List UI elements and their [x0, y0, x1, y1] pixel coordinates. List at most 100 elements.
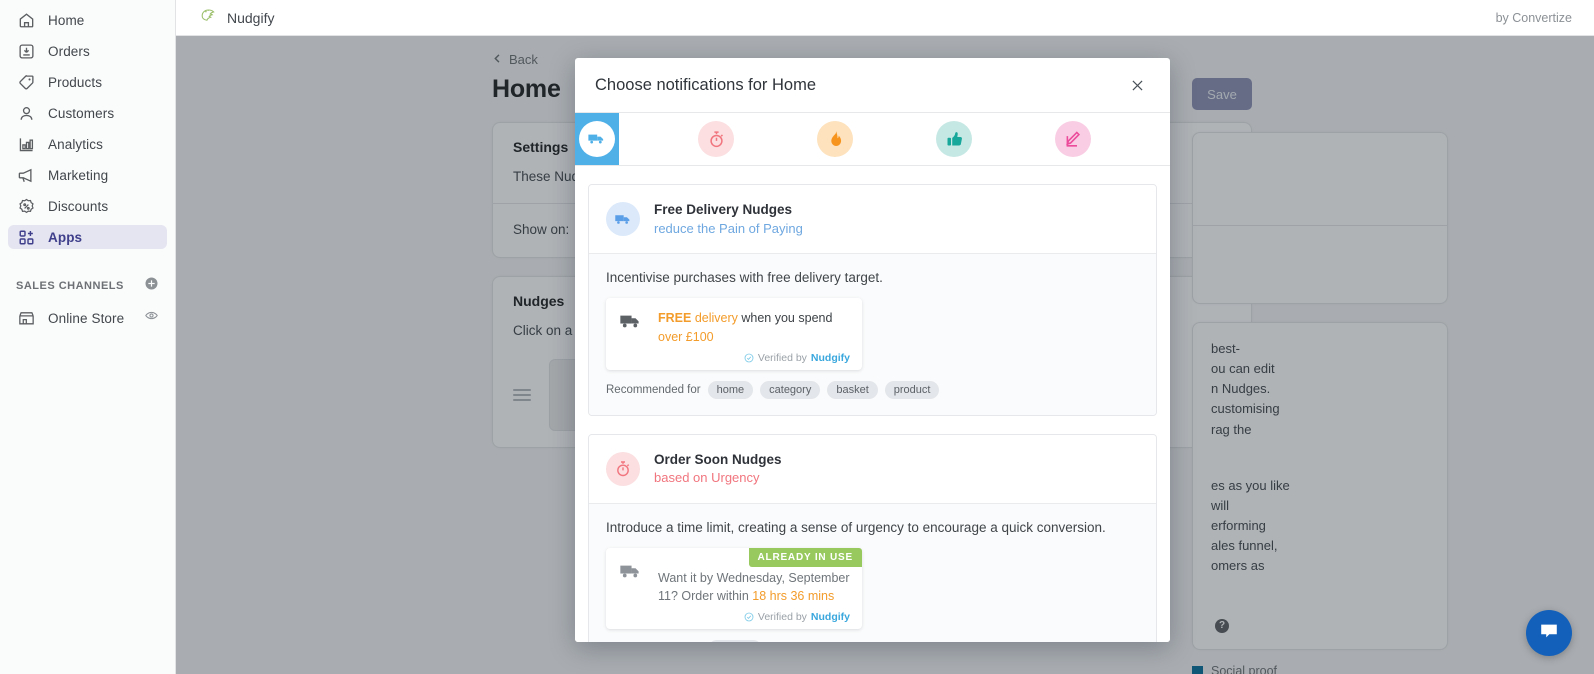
brand-name: Nudgify — [227, 9, 275, 26]
already-in-use-badge: ALREADY IN USE — [748, 548, 862, 568]
recommended-row: Recommended for product — [606, 639, 1139, 642]
preview-seg-amount: over £100 — [658, 330, 714, 345]
nudge-card-subtitle: reduce the Pain of Paying — [654, 220, 803, 236]
stopwatch-icon — [617, 461, 630, 477]
sidebar-item-orders[interactable]: Orders — [8, 39, 167, 63]
recommended-row: Recommended for home category basket pro… — [606, 380, 1139, 399]
edit-pencil-icon — [1065, 130, 1080, 147]
recommended-tag: basket — [827, 380, 878, 399]
sidebar-item-apps[interactable]: Apps — [8, 225, 167, 249]
sidebar-item-label: Customers — [48, 105, 115, 121]
topbar: Nudgify by Convertize — [176, 0, 1594, 36]
sidebar-item-label: Apps — [48, 229, 83, 245]
tab-icon-wrap — [817, 121, 853, 157]
sidebar-item-online-store[interactable]: Online Store — [8, 306, 167, 330]
sidebar-divider — [0, 256, 175, 270]
sidebar-item-home[interactable]: Home — [8, 8, 167, 32]
verified-brand: Nudgify — [810, 610, 850, 623]
byline: by Convertize — [1495, 10, 1572, 25]
stopwatch-icon — [709, 130, 723, 147]
home-icon — [16, 10, 36, 30]
verified-row: Verified by Nudgify — [658, 611, 850, 623]
marketing-megaphone-icon — [16, 165, 36, 185]
verified-brand: Nudgify — [810, 351, 850, 364]
nudge-avatar — [606, 202, 640, 237]
customers-person-icon — [16, 103, 36, 123]
sidebar-item-products[interactable]: Products — [8, 70, 167, 94]
preview-seg-free: FREE — [658, 311, 692, 326]
check-circle-icon — [744, 353, 754, 363]
notification-preview[interactable]: ALREADY IN USE Want it by Wednesday, Sep… — [606, 548, 862, 629]
sidebar-item-discounts[interactable]: Discounts — [8, 194, 167, 218]
chat-bubble-button[interactable] — [1526, 610, 1572, 656]
choose-notifications-modal: Choose notifications for Home Free Deliv… — [575, 58, 1170, 642]
plus-circle-icon[interactable] — [144, 276, 159, 296]
nudge-card-body: Incentivise purchases with free delivery… — [589, 253, 1156, 415]
preview-truck-icon — [618, 559, 648, 623]
apps-grid-plus-icon — [16, 227, 36, 247]
tab-hot-items[interactable] — [813, 113, 857, 165]
analytics-bar-chart-icon — [16, 134, 36, 154]
recommended-tag: product — [707, 639, 763, 642]
nudge-card-free-delivery[interactable]: Free Delivery Nudges reduce the Pain of … — [588, 184, 1157, 416]
tab-icon-wrap — [698, 121, 734, 157]
nudge-card-description: Incentivise purchases with free delivery… — [606, 270, 883, 286]
nudge-card-titles: Order Soon Nudges based on Urgency — [654, 450, 782, 488]
nudge-card-name: Free Delivery Nudges — [654, 202, 793, 217]
sidebar-item-label: Home — [48, 12, 85, 28]
close-icon[interactable] — [1124, 72, 1150, 98]
modal-header: Choose notifications for Home — [575, 58, 1170, 113]
sidebar-item-label: Orders — [48, 43, 90, 59]
sidebar-item-marketing[interactable]: Marketing — [8, 163, 167, 187]
truck-icon — [588, 134, 604, 144]
tab-social-proof[interactable] — [932, 113, 976, 165]
tab-icon-wrap — [936, 121, 972, 157]
recommended-tag: category — [760, 380, 821, 399]
nudge-card-order-soon[interactable]: Order Soon Nudges based on Urgency Intro… — [588, 433, 1157, 642]
tab-icon-wrap — [579, 121, 615, 157]
preview-truck-icon — [618, 309, 648, 364]
verified-prefix: Verified by — [757, 610, 807, 623]
sidebar-item-analytics[interactable]: Analytics — [8, 132, 167, 156]
sales-channels-header: SALES CHANNELS — [16, 276, 159, 296]
orders-icon — [16, 41, 36, 61]
tab-order-soon[interactable] — [694, 113, 738, 165]
sales-channels-title: SALES CHANNELS — [16, 280, 124, 292]
nudge-card-description: Introduce a time limit, creating a sense… — [606, 520, 1106, 536]
notification-type-tabs — [575, 113, 1170, 166]
sidebar-item-label: Online Store — [48, 310, 125, 326]
nudge-card-header: Order Soon Nudges based on Urgency — [589, 434, 1156, 504]
nudge-card-titles: Free Delivery Nudges reduce the Pain of … — [654, 200, 803, 238]
nudge-card-header: Free Delivery Nudges reduce the Pain of … — [589, 185, 1156, 254]
tab-custom[interactable] — [1051, 113, 1095, 165]
recommended-tag: home — [707, 380, 754, 399]
check-circle-icon — [744, 612, 754, 622]
modal-body: Free Delivery Nudges reduce the Pain of … — [575, 166, 1170, 642]
flame-icon — [830, 130, 841, 146]
nudgify-leaf-logo — [198, 5, 218, 30]
modal-title: Choose notifications for Home — [595, 75, 817, 94]
sidebar-item-customers[interactable]: Customers — [8, 101, 167, 125]
nudge-card-body: Introduce a time limit, creating a sense… — [589, 503, 1156, 642]
sidebar: Home Orders Products Customers Analytics… — [0, 0, 176, 674]
preview-content: Want it by Wednesday, September 11? Orde… — [658, 559, 850, 623]
eye-icon[interactable] — [144, 308, 159, 328]
nudge-card-name: Order Soon Nudges — [654, 451, 782, 467]
store-icon — [16, 308, 36, 328]
tab-free-delivery[interactable] — [575, 113, 619, 165]
products-tag-icon — [16, 72, 36, 92]
recommended-label: Recommended for — [606, 383, 701, 396]
brand[interactable]: Nudgify — [198, 5, 274, 30]
sidebar-item-label: Analytics — [48, 136, 103, 152]
notification-preview[interactable]: FREE delivery when you spend over £100 V… — [606, 298, 862, 370]
nudge-card-subtitle: based on Urgency — [654, 470, 760, 486]
verified-row: Verified by Nudgify — [658, 352, 850, 364]
sidebar-item-label: Products — [48, 74, 103, 90]
preview-seg-countdown: 18 hrs 36 mins — [752, 589, 835, 604]
preview-text: FREE delivery when you spend over £100 — [658, 311, 832, 344]
verified-prefix: Verified by — [757, 351, 807, 364]
thumbs-up-icon — [947, 131, 962, 145]
truck-icon — [614, 215, 629, 224]
preview-seg-delivery: delivery — [694, 311, 738, 326]
discounts-percent-icon — [16, 196, 36, 216]
